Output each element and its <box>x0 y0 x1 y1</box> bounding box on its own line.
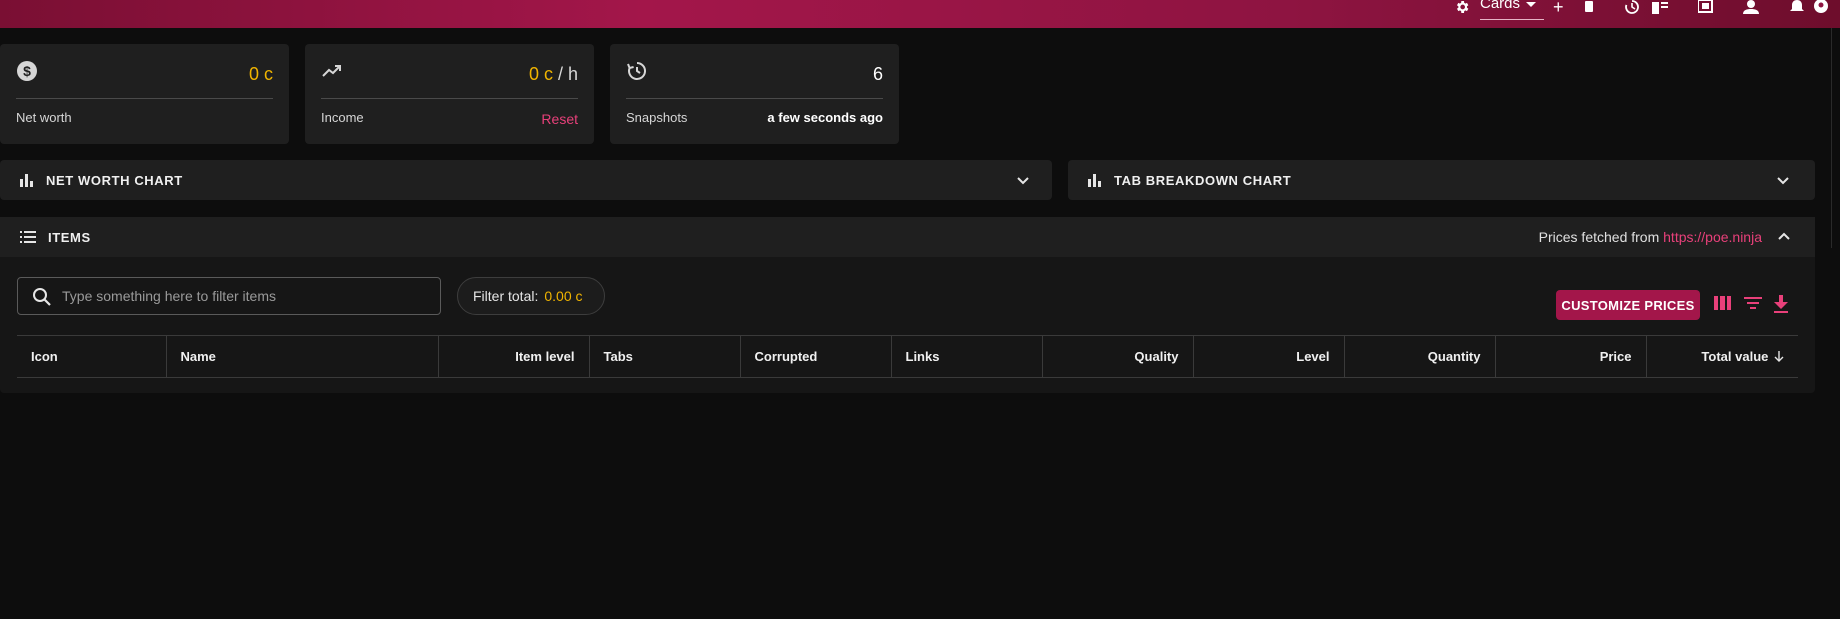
net-worth-chart-title: NET WORTH CHART <box>46 172 183 188</box>
settings-icon[interactable] <box>1454 0 1470 14</box>
snapshots-count: 6 <box>872 64 883 84</box>
account-icon[interactable] <box>1813 0 1829 14</box>
filter-total-label: Filter total: <box>473 288 539 304</box>
divider <box>16 98 273 99</box>
poe-ninja-link[interactable]: https://poe.ninja <box>1663 229 1762 245</box>
bar-chart-icon <box>20 174 33 187</box>
items-panel: ITEMS Prices fetched from https://poe.ni… <box>0 217 1815 393</box>
items-header[interactable]: ITEMS Prices fetched from https://poe.ni… <box>0 217 1815 257</box>
column-header-name[interactable]: Name <box>166 335 439 378</box>
snapshot-time: a few seconds ago <box>767 110 883 125</box>
dollar-icon: $ <box>16 60 38 85</box>
chevron-up-icon[interactable] <box>1776 229 1792 245</box>
profile-select-value: Cards <box>1480 0 1521 12</box>
table-header-row: Icon Name Item level Tabs Corrupted Link… <box>17 335 1798 378</box>
tab-breakdown-chart-panel[interactable]: TAB BREAKDOWN CHART <box>1068 160 1815 200</box>
items-header-title: ITEMS <box>20 217 91 257</box>
items-title: ITEMS <box>48 229 91 245</box>
column-header-corrupted[interactable]: Corrupted <box>740 335 892 378</box>
column-header-tabs[interactable]: Tabs <box>589 335 741 378</box>
search-input[interactable] <box>62 278 432 314</box>
net-worth-label: Net worth <box>16 110 72 125</box>
history-icon <box>626 60 648 85</box>
net-worth-chart-header: NET WORTH CHART <box>20 160 183 200</box>
income-unit: / h <box>552 64 578 84</box>
snapshots-label: Snapshots <box>626 110 688 125</box>
filter-total-chip: Filter total: 0.00 c <box>457 277 605 315</box>
income-amount: 0 c <box>528 64 553 84</box>
customize-prices-button[interactable]: CUSTOMIZE PRICES <box>1556 290 1700 320</box>
snapshots-card: 6 Snapshots a few seconds ago <box>610 44 899 144</box>
tab-breakdown-chart-title: TAB BREAKDOWN CHART <box>1114 172 1292 188</box>
search-icon <box>33 288 51 306</box>
reset-button[interactable]: Reset <box>541 111 578 127</box>
income-card: 0 c / h Income Reset <box>305 44 594 144</box>
divider <box>626 98 883 99</box>
column-header-icon[interactable]: Icon <box>17 335 167 378</box>
column-header-links[interactable]: Links <box>891 335 1043 378</box>
net-worth-card: $ 0 c Net worth <box>0 44 289 144</box>
prices-source: Prices fetched from https://poe.ninja <box>1539 229 1762 245</box>
column-header-quality[interactable]: Quality <box>1042 335 1194 378</box>
items-table: Icon Name Item level Tabs Corrupted Link… <box>17 335 1798 378</box>
column-header-quantity[interactable]: Quantity <box>1344 335 1496 378</box>
snapshot-list-icon[interactable] <box>1652 0 1668 14</box>
list-icon <box>20 231 36 243</box>
column-header-item-level[interactable]: Item level <box>438 335 590 378</box>
history-icon[interactable] <box>1624 0 1640 14</box>
download-icon[interactable] <box>1773 295 1789 313</box>
top-app-bar: Cards + <box>0 0 1840 28</box>
group-icon[interactable] <box>1741 0 1761 14</box>
income-value: 0 c / h <box>529 64 578 85</box>
divider <box>321 98 578 99</box>
bar-chart-icon <box>1088 174 1101 187</box>
total-value-label: Total value <box>1701 349 1769 364</box>
chevron-down-icon[interactable] <box>1775 172 1791 188</box>
income-label: Income <box>321 110 364 125</box>
prices-source-text: Prices fetched from <box>1538 229 1664 245</box>
chevron-down-icon <box>1526 2 1537 7</box>
notifications-icon[interactable] <box>1790 0 1804 14</box>
tab-breakdown-chart-header: TAB BREAKDOWN CHART <box>1088 160 1291 200</box>
filter-total-value: 0.00 c <box>544 288 583 304</box>
library-icon[interactable] <box>1698 0 1714 14</box>
clipboard-icon[interactable] <box>1583 0 1595 14</box>
net-worth-value: 0 c <box>248 64 273 84</box>
columns-icon[interactable] <box>1714 295 1732 311</box>
filter-icon[interactable] <box>1744 295 1762 311</box>
add-icon[interactable]: + <box>1553 0 1564 16</box>
column-header-level[interactable]: Level <box>1193 335 1345 378</box>
column-header-total-value[interactable]: Total value <box>1646 335 1798 378</box>
chevron-down-icon[interactable] <box>1015 172 1031 188</box>
arrow-down-icon <box>1774 351 1784 362</box>
svg-text:$: $ <box>23 63 31 79</box>
item-filter-search <box>17 277 441 315</box>
trending-up-icon <box>321 60 343 85</box>
net-worth-chart-panel[interactable]: NET WORTH CHART <box>0 160 1052 200</box>
profile-select[interactable]: Cards <box>1480 0 1544 20</box>
scrollbar-track[interactable] <box>1831 28 1832 248</box>
column-header-price[interactable]: Price <box>1495 335 1647 378</box>
